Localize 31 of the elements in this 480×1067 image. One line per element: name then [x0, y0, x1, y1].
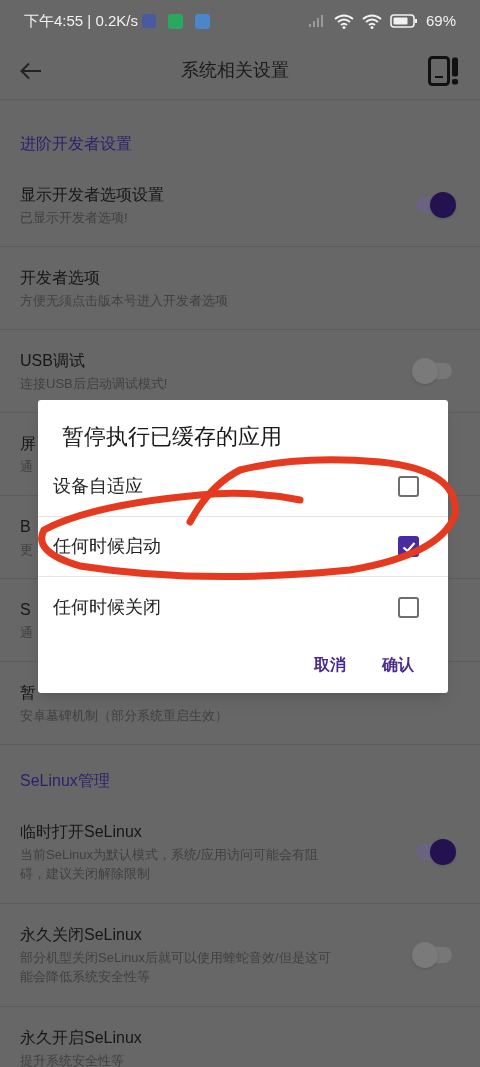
checkbox[interactable]: [398, 596, 419, 618]
row-title: 临时打开SeLinux: [20, 822, 143, 842]
battery-percent: 69%: [425, 10, 456, 31]
dialog-option[interactable]: 任何时候启动: [38, 517, 448, 577]
dialog-title: 暂停执行已缓存的应用: [62, 424, 282, 449]
wifi-icon: [361, 13, 382, 29]
row-title: 暂: [20, 682, 37, 703]
dialog-option[interactable]: 任何时候关闭: [38, 577, 448, 637]
signal-icon: [307, 14, 326, 28]
back-arrow-icon[interactable]: [20, 61, 42, 80]
row-title: USB调试: [20, 350, 86, 371]
battery-icon: [389, 14, 418, 28]
section-header: 进阶开发者设置: [20, 135, 132, 152]
row-title: 永久开启SeLinux: [20, 1027, 142, 1048]
page-title: 系统相关设置: [181, 59, 289, 82]
row-title: 显示开发者选项设置: [20, 184, 164, 205]
status-time: 下午4:55 | 0.2K/s: [24, 10, 138, 31]
app-icon: [167, 13, 183, 29]
wifi-icon: [333, 13, 354, 29]
checkbox[interactable]: [398, 476, 419, 497]
phone-icon[interactable]: [428, 55, 460, 86]
row-title: 开发者选项: [20, 267, 101, 288]
row-title: 屏: [20, 433, 36, 454]
check-icon: [401, 540, 416, 553]
section-header: SeLinux管理: [20, 772, 110, 789]
row-title: B: [20, 516, 32, 537]
dialog-option[interactable]: 设备自适应: [38, 457, 448, 517]
row-title: 永久关闭SeLinux: [20, 925, 143, 945]
app-icon: [141, 14, 156, 28]
app-icon: [194, 13, 210, 29]
row-title: S: [20, 599, 32, 620]
